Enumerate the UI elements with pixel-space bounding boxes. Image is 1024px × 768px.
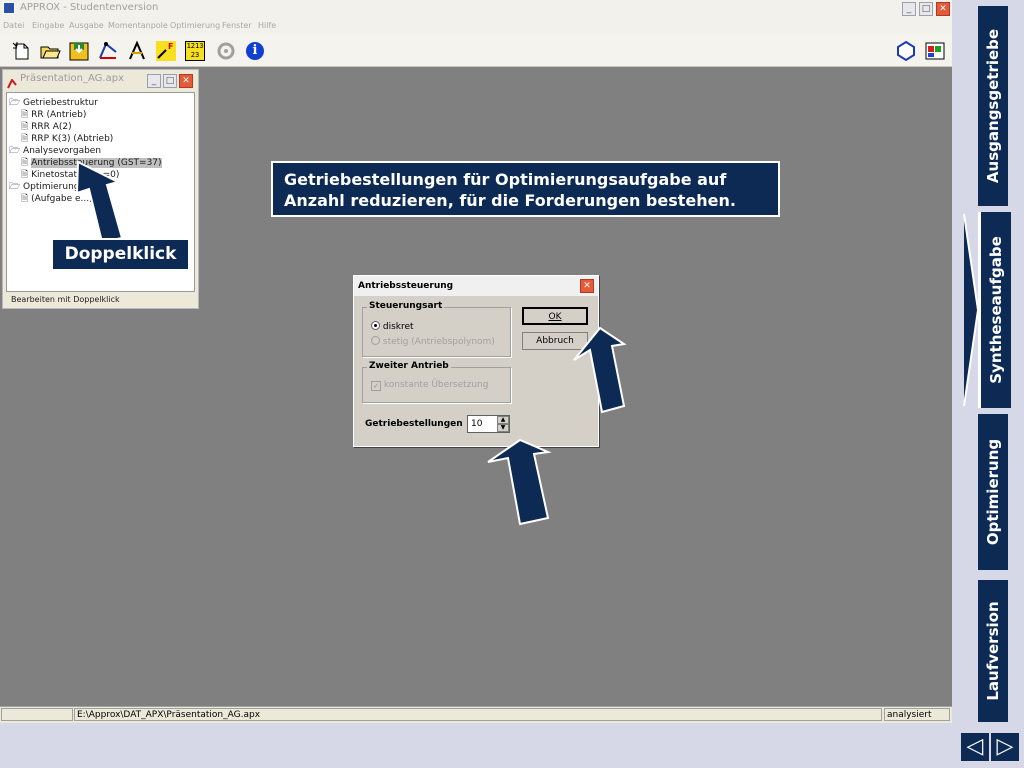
checkbox-checked-icon: ✓ [371,381,381,391]
tab-laufversion[interactable]: Laufversion [978,580,1008,722]
new-document-icon[interactable] [10,40,32,62]
radio-stetig[interactable]: stetig (Antriebspolynom) [371,335,495,347]
steuerungsart-group: Steuerungsart diskret stetig (Antriebspo… [362,301,511,357]
folder-icon: 🗁 [9,146,21,156]
active-tab-indicator-icon [963,213,980,407]
zweiter-antrieb-label: Zweiter Antrieb [367,361,451,371]
menu-datei[interactable]: Datei [3,21,24,30]
menu-optimierung[interactable]: Optimierung [170,21,220,30]
spinner-down-icon[interactable]: ▼ [497,424,509,432]
minimize-button[interactable]: _ [902,2,916,16]
steuerungsart-label: Steuerungsart [367,301,445,311]
gear-icon[interactable] [215,40,237,62]
getriebestellungen-spinner[interactable]: 10 ▲ ▼ [467,415,510,433]
compass-icon[interactable] [126,40,148,62]
antriebssteuerung-dialog: Antriebssteuerung ✕ Steuerungsart diskre… [353,275,599,447]
toolbar: F M 1213 23 i [0,35,952,67]
tab-ausgangsgetriebe[interactable]: Ausgangsgetriebe [978,6,1008,206]
document-icon: 🗎 [21,194,29,204]
menu-hilfe[interactable]: Hilfe [258,21,276,30]
tab-optimierung[interactable]: Optimierung [978,414,1008,570]
tree-window-status: Bearbeiten mit Doppelklick [11,295,120,304]
getriebestellungen-label: Getriebestellungen [365,419,463,429]
arrow-to-spinner [487,438,552,526]
tree-window-icon [7,74,17,89]
force-icon-text: F M [168,42,177,51]
status-bar: E:\Approx\DAT_APX\Präsentation_AG.apx an… [0,706,952,723]
status-file-path: E:\Approx\DAT_APX\Präsentation_AG.apx [74,708,882,721]
radio-checked-icon [371,321,380,330]
force-moment-icon[interactable]: F M [155,40,184,62]
dialog-title: Antriebssteuerung [358,281,454,291]
close-button[interactable]: ✕ [936,2,950,16]
tree-window-close-button[interactable]: ✕ [179,74,193,88]
title-bar: APPROX - Studentenversion _ □ ✕ [0,0,952,19]
dialog-close-button[interactable]: ✕ [580,279,594,293]
numbers-icon[interactable]: 1213 23 [184,40,206,62]
dialog-title-bar: Antriebssteuerung ✕ [354,276,598,296]
menu-eingabe[interactable]: Eingabe [32,21,64,30]
zweiter-antrieb-group: Zweiter Antrieb ✓ konstante Übersetzung [362,361,511,403]
status-cell-empty [1,708,73,721]
folder-icon: 🗁 [9,182,21,192]
menu-momentanpole[interactable]: Momentanpole [108,21,168,30]
spinner-up-icon[interactable]: ▲ [497,416,509,424]
tree-window-minimize-button[interactable]: _ [147,74,161,88]
tud-logo-icon[interactable] [895,40,917,62]
status-state: analysiert [884,708,950,721]
prev-page-button[interactable]: ◁ [961,733,989,761]
tree-window-maximize-button[interactable]: □ [163,74,177,88]
ok-button[interactable]: OK [522,307,588,325]
info-icon[interactable]: i [244,40,266,62]
spinner-value: 10 [471,419,483,429]
info-glyph: i [246,42,264,60]
save-icon[interactable] [68,40,90,62]
folder-icon: 🗁 [9,98,21,108]
tab-syntheseaufgabe[interactable]: Syntheseaufgabe [978,212,1011,408]
tree-window-title: Präsentation_AG.apx [20,73,124,84]
menu-bar: Datei Eingabe Ausgabe Momentanpole Optim… [0,18,952,35]
next-page-button[interactable]: ▷ [991,733,1019,761]
menu-fenster[interactable]: Fenster [222,21,252,30]
menu-ausgabe[interactable]: Ausgabe [69,21,104,30]
arrow-to-tree-item [75,160,124,242]
arrow-to-ok-button [573,326,627,414]
maximize-button[interactable]: □ [919,2,933,16]
checkbox-konstante-uebersetzung[interactable]: ✓ konstante Übersetzung [371,380,488,391]
numbers-icon-text: 1213 23 [185,41,205,61]
app-window: APPROX - Studentenversion _ □ ✕ Datei Ei… [0,0,952,723]
mechanism-icon[interactable] [97,40,119,62]
radio-diskret[interactable]: diskret [371,320,414,332]
app-icon [3,2,15,14]
open-folder-icon[interactable] [39,40,61,62]
radio-unchecked-icon [371,336,380,345]
color-window-icon[interactable] [924,40,946,62]
window-title: APPROX - Studentenversion [20,2,159,13]
hint-label: Getriebestellungen für Optimierungsaufga… [271,161,780,217]
doppelklick-label: Doppelklick [51,238,190,271]
